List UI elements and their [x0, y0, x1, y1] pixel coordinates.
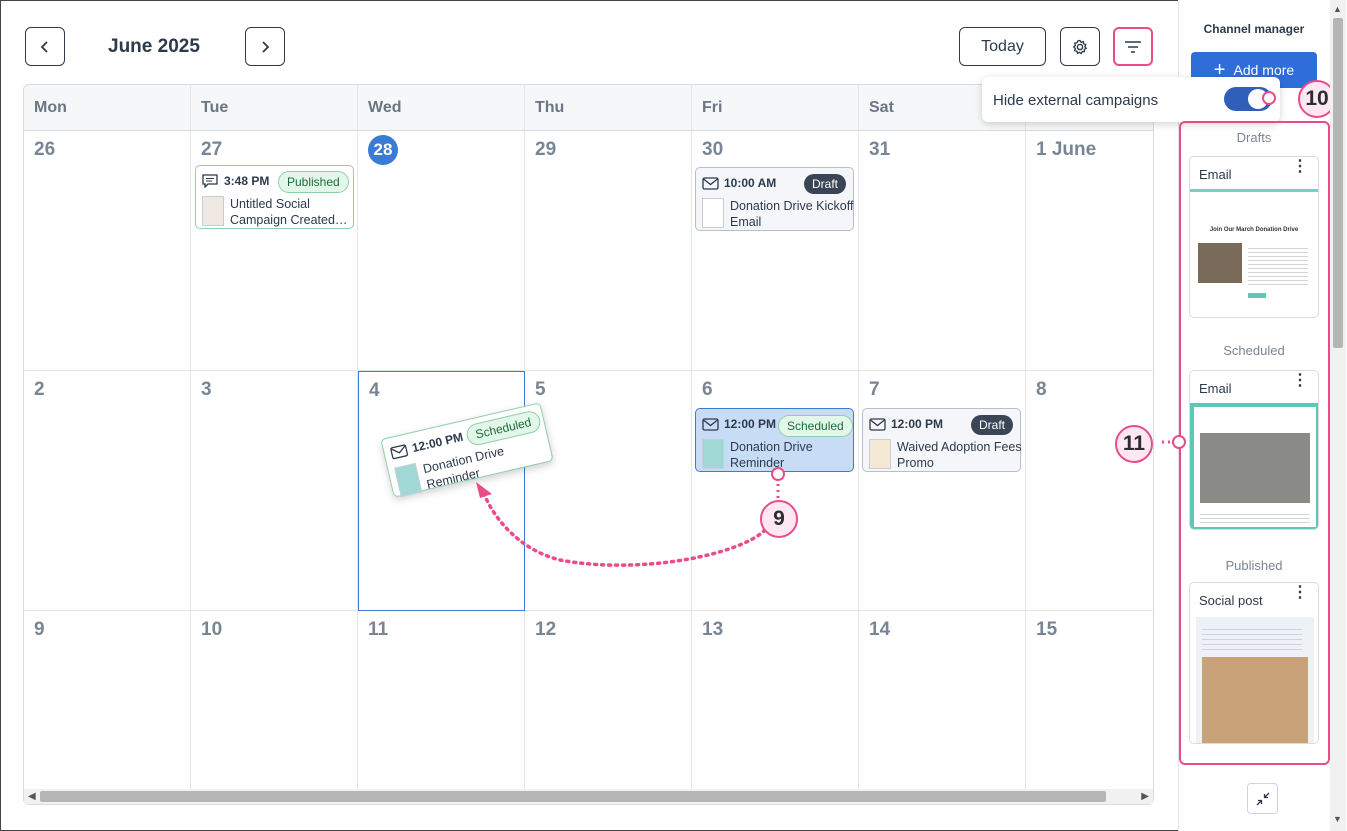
- preview-body: [1194, 407, 1316, 527]
- card-divider: [1190, 189, 1318, 192]
- callout-anchor: [1172, 435, 1186, 449]
- draft-email-card[interactable]: Email ⋮ Join Our March Donation Drive: [1189, 156, 1319, 318]
- social-preview: [1196, 617, 1314, 743]
- card-type: Social post: [1199, 593, 1263, 608]
- preview-photo: [1202, 657, 1308, 743]
- more-options-icon[interactable]: ⋮: [1292, 373, 1308, 389]
- callout-anchor: [771, 467, 785, 481]
- more-options-icon[interactable]: ⋮: [1292, 585, 1308, 601]
- callout-anchor: [1262, 91, 1276, 105]
- vertical-scrollbar[interactable]: ▲ ▼: [1330, 0, 1346, 831]
- more-options-icon[interactable]: ⋮: [1292, 159, 1308, 175]
- preview-photo: [1198, 243, 1242, 283]
- preview-heading: Join Our March Donation Drive: [1209, 227, 1299, 233]
- preview-button: [1248, 293, 1266, 298]
- preview-text: [1200, 511, 1310, 523]
- scheduled-email-card[interactable]: Email ⋮: [1189, 370, 1319, 530]
- preview-text: [1248, 245, 1308, 285]
- drafts-section-label: Drafts: [1236, 130, 1272, 145]
- callout-11: 11: [1115, 425, 1153, 463]
- scroll-up-icon[interactable]: ▲: [1333, 4, 1342, 14]
- hide-external-popover: Hide external campaigns: [982, 77, 1280, 122]
- email-preview: Join Our March Donation Drive: [1196, 197, 1312, 315]
- card-type: Email: [1199, 167, 1232, 182]
- collapse-icon: [1256, 792, 1269, 805]
- scroll-down-icon[interactable]: ▼: [1333, 814, 1342, 824]
- card-type: Email: [1199, 381, 1232, 396]
- scheduled-section-label: Scheduled: [1223, 343, 1285, 358]
- preview-photo: [1200, 433, 1310, 503]
- callout-9: 9: [760, 500, 798, 538]
- published-section-label: Published: [1225, 558, 1283, 573]
- drag-arrow: [476, 96, 1300, 567]
- preview-text: [1202, 625, 1302, 651]
- channel-manager-title: Channel manager: [1203, 22, 1305, 36]
- collapse-panel-button[interactable]: [1247, 783, 1278, 814]
- published-social-card[interactable]: Social post ⋮: [1189, 582, 1319, 744]
- add-more-label: Add more: [1233, 62, 1295, 78]
- scrollbar-thumb[interactable]: [1333, 18, 1343, 348]
- hide-external-label: Hide external campaigns: [993, 92, 1159, 109]
- email-preview: [1190, 403, 1318, 529]
